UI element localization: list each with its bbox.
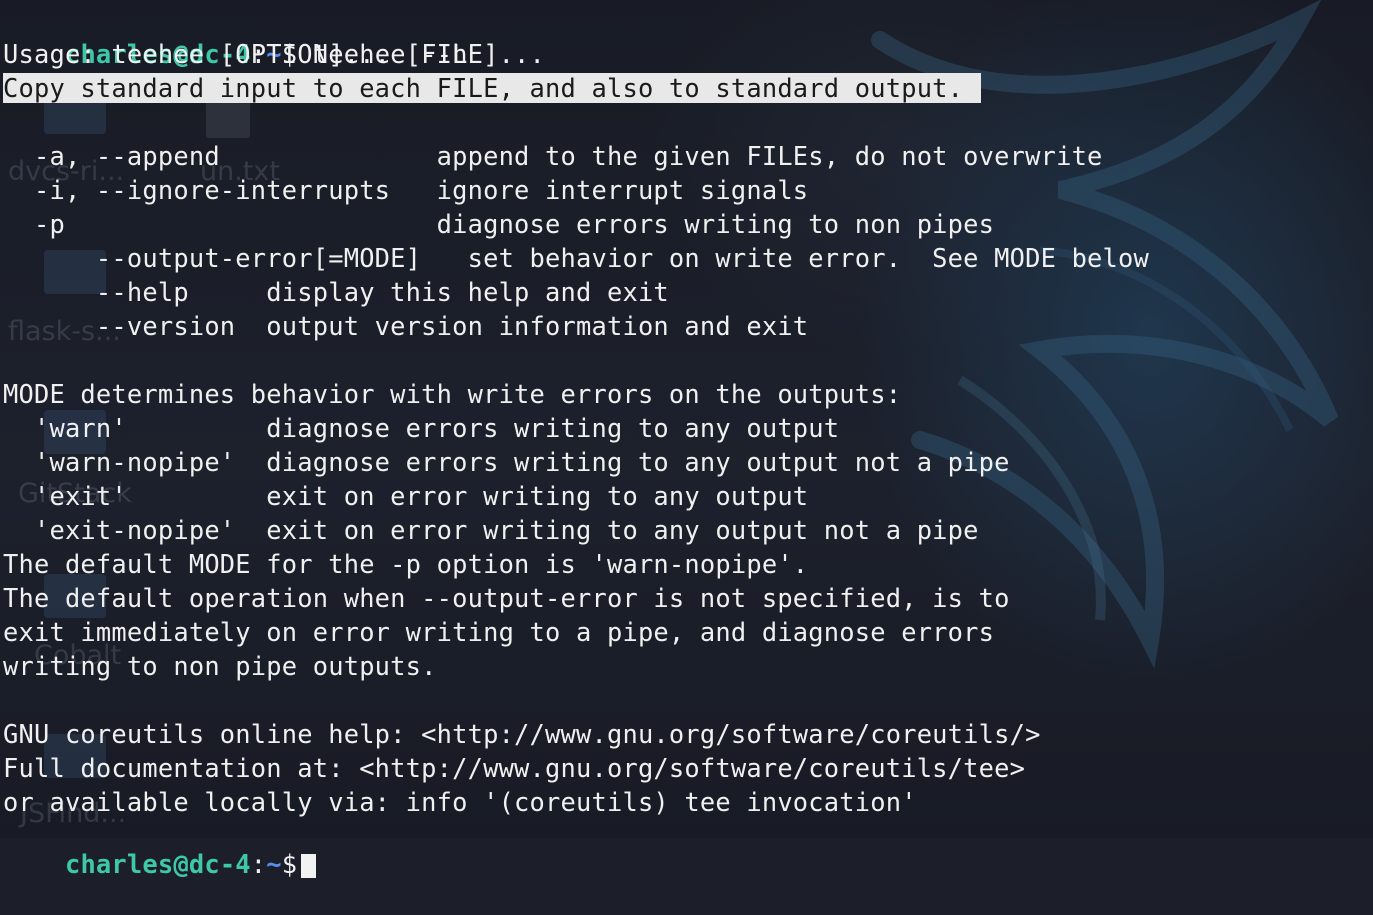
output-line: --output-error[=MODE] set behavior on wr… <box>3 243 1149 273</box>
output-line: -a, --append append to the given FILEs, … <box>3 141 1103 171</box>
output-line: 'exit' exit on error writing to any outp… <box>3 481 809 511</box>
selection-highlight: Copy standard input to each FILE, and al… <box>3 73 982 103</box>
prompt-user-host: charles@dc-4 <box>64 849 251 879</box>
output-line: -p diagnose errors writing to non pipes <box>3 209 995 239</box>
output-line: Full documentation at: <http://www.gnu.o… <box>3 753 1026 783</box>
output-line: GNU coreutils online help: <http://www.g… <box>3 719 1041 749</box>
output-line-selected: Copy standard input to each FILE, and al… <box>3 71 982 105</box>
output-line: --version output version information and… <box>3 311 809 341</box>
output-line: 'warn-nopipe' diagnose errors writing to… <box>3 447 1010 477</box>
output-line: The default operation when --output-erro… <box>3 583 1010 613</box>
output-line: MODE determines behavior with write erro… <box>3 379 902 409</box>
output-line: The default MODE for the -p option is 'w… <box>3 549 809 579</box>
output-line: -i, --ignore-interrupts ignore interrupt… <box>3 175 809 205</box>
text-cursor[interactable] <box>301 854 317 878</box>
active-prompt-line[interactable]: charles@dc-4:~$ <box>3 813 317 879</box>
output-line: 'exit-nopipe' exit on error writing to a… <box>3 515 979 545</box>
terminal-window[interactable]: charles@dc-4:~$ teehee --h Usage: teehee… <box>0 0 1373 879</box>
command-line: charles@dc-4:~$ teehee --h <box>3 3 468 69</box>
prompt-symbol: $ <box>281 849 298 879</box>
prompt-colon: : <box>250 849 267 879</box>
output-line: exit immediately on error writing to a p… <box>3 617 995 647</box>
prompt-path: ~ <box>266 849 282 879</box>
output-line: --help display this help and exit <box>3 277 669 307</box>
output-line: 'warn' diagnose errors writing to any ou… <box>3 413 840 443</box>
output-line: writing to non pipe outputs. <box>3 651 437 681</box>
output-line: Usage: teehee [OPTION]... [FILE]... <box>3 39 546 69</box>
